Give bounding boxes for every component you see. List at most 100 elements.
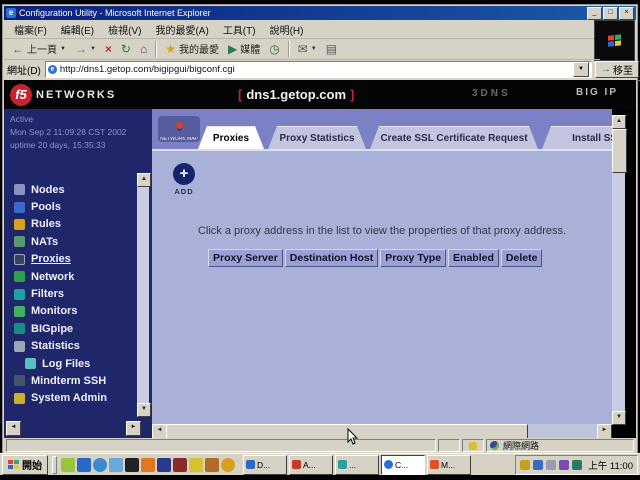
task-button-5[interactable]: M... xyxy=(427,455,471,475)
media-button[interactable]: ▶ 媒體 xyxy=(224,40,264,57)
address-input[interactable]: e http://dns1.getop.com/bigipgui/bigconf… xyxy=(45,61,592,78)
media-icon: ▶ xyxy=(228,43,237,55)
scroll-down-icon[interactable]: ▼ xyxy=(137,403,151,417)
hostname-wrap: [ dns1.getop.com ] xyxy=(234,80,358,109)
forward-button[interactable]: → ▼ xyxy=(71,42,100,56)
quicklaunch-icon-8[interactable] xyxy=(173,458,187,472)
tab-create-ssl-certificate-request[interactable]: Create SSL Certificate Request xyxy=(370,126,538,149)
quicklaunch-icon-3[interactable] xyxy=(93,458,107,472)
menu-help[interactable]: 說明(H) xyxy=(264,21,310,38)
add-button[interactable]: + ADD xyxy=(170,163,198,196)
start-button[interactable]: 開始 xyxy=(2,455,48,475)
tray-icon-4[interactable] xyxy=(559,460,569,470)
menu-edit[interactable]: 編輯(E) xyxy=(55,21,100,38)
quicklaunch-icon-6[interactable] xyxy=(141,458,155,472)
close-button[interactable]: × xyxy=(619,7,634,20)
sidebar-item-system-admin[interactable]: System Admin xyxy=(14,390,134,407)
col-destination-host[interactable]: Destination Host xyxy=(285,249,378,267)
sidebar-item-proxies[interactable]: Proxies xyxy=(14,251,134,268)
window-title: Configuration Utility - Microsoft Intern… xyxy=(19,8,586,18)
product-bigip[interactable]: BIG IP xyxy=(576,87,618,98)
tab-proxy-statistics[interactable]: Proxy Statistics xyxy=(268,126,366,149)
task-icon xyxy=(384,460,393,469)
task-button-4-active[interactable]: C... xyxy=(381,455,425,475)
horizontal-scrollbar[interactable]: ◄ ► xyxy=(152,424,612,438)
menu-file[interactable]: 檔案(F) xyxy=(8,21,53,38)
sidebar-item-pools[interactable]: Pools xyxy=(14,198,134,215)
taskbar-grip[interactable] xyxy=(52,456,57,474)
task-button-1[interactable]: D... xyxy=(243,455,287,475)
address-dropdown-icon[interactable]: ▼ xyxy=(573,62,589,77)
scroll-right-icon[interactable]: ► xyxy=(597,424,612,438)
col-proxy-type[interactable]: Proxy Type xyxy=(380,249,446,267)
address-url[interactable]: http://dns1.getop.com/bigipgui/bigconf.c… xyxy=(60,64,570,75)
forward-dropdown-icon[interactable]: ▼ xyxy=(90,46,96,52)
stop-button[interactable]: × xyxy=(101,42,116,56)
scroll-up-icon[interactable]: ▲ xyxy=(612,115,626,129)
sidebar-item-rules[interactable]: Rules xyxy=(14,216,134,233)
back-dropdown-icon[interactable]: ▼ xyxy=(60,46,66,52)
sidebar-item-monitors[interactable]: Monitors xyxy=(14,303,134,320)
tab-proxies[interactable]: Proxies xyxy=(198,126,264,149)
tray-icon-1[interactable] xyxy=(520,460,530,470)
history-button[interactable]: ◷ xyxy=(265,42,283,56)
refresh-button[interactable]: ↻ xyxy=(117,42,135,56)
mail-dropdown-icon[interactable]: ▼ xyxy=(311,46,317,52)
back-button[interactable]: ← 上一頁 ▼ xyxy=(8,40,70,57)
print-button[interactable]: ▤ xyxy=(322,42,341,56)
menu-view[interactable]: 檢視(V) xyxy=(102,21,147,38)
scroll-down-icon[interactable]: ▼ xyxy=(612,411,626,425)
quicklaunch-icon-9[interactable] xyxy=(189,458,203,472)
task-button-2[interactable]: A... xyxy=(289,455,333,475)
vertical-scrollbar[interactable]: ▲ ▼ xyxy=(612,115,625,425)
address-label: 網址(D) xyxy=(7,62,41,77)
sidebar-item-network[interactable]: Network xyxy=(14,268,134,285)
col-delete[interactable]: Delete xyxy=(501,249,543,267)
tray-icon-3[interactable] xyxy=(546,460,556,470)
scroll-left-icon[interactable]: ◄ xyxy=(6,421,21,436)
sidebar-item-filters[interactable]: Filters xyxy=(14,285,134,302)
sidebar-item-statistics[interactable]: Statistics xyxy=(14,338,134,355)
sidebar-item-mindterm-ssh[interactable]: Mindterm SSH xyxy=(14,372,134,389)
vertical-scroll-thumb[interactable] xyxy=(612,129,627,173)
quicklaunch-icon-10[interactable] xyxy=(205,458,219,472)
quicklaunch-icon-5[interactable] xyxy=(125,458,139,472)
quicklaunch-icon-4[interactable] xyxy=(109,458,123,472)
scroll-left-icon[interactable]: ◄ xyxy=(152,424,167,438)
quicklaunch-icon-7[interactable] xyxy=(157,458,171,472)
tab-install-ssl-certificate[interactable]: Install SSL Certif xyxy=(542,126,612,149)
mail-button[interactable]: ✉ ▼ xyxy=(294,42,321,56)
col-enabled[interactable]: Enabled xyxy=(448,249,499,267)
menu-favorites[interactable]: 我的最愛(A) xyxy=(149,21,214,38)
network-icon xyxy=(14,271,25,282)
go-button[interactable]: → 移至 xyxy=(595,61,639,78)
quicklaunch-icon-1[interactable] xyxy=(61,458,75,472)
mail-icon: ✉ xyxy=(298,43,308,55)
quicklaunch-icon-11[interactable] xyxy=(221,458,235,472)
history-icon: ◷ xyxy=(269,43,279,55)
minimize-button[interactable]: _ xyxy=(587,7,602,20)
add-plus-icon[interactable]: + xyxy=(173,163,195,185)
tray-icon-5[interactable] xyxy=(572,460,582,470)
sidebar-item-nats[interactable]: NATs xyxy=(14,233,134,250)
browser-toolbar: ← 上一頁 ▼ → ▼ × ↻ ⌂ ★ 我的最愛 ▶ xyxy=(4,38,600,60)
favorites-label: 我的最愛 xyxy=(179,41,219,56)
task-button-3[interactable]: ... xyxy=(335,455,379,475)
log-files-icon xyxy=(25,358,36,369)
maximize-button[interactable]: □ xyxy=(603,7,618,20)
quicklaunch-icon-2[interactable] xyxy=(77,458,91,472)
scroll-right-icon[interactable]: ► xyxy=(126,421,141,436)
back-label: 上一頁 xyxy=(27,41,57,56)
col-proxy-server[interactable]: Proxy Server xyxy=(208,249,283,267)
sidebar-item-bigpipe[interactable]: BIGpipe xyxy=(14,320,134,337)
network-map-button[interactable]: NETWORK MAP xyxy=(158,116,200,142)
sidebar-item-nodes[interactable]: Nodes xyxy=(14,181,134,198)
menu-tools[interactable]: 工具(T) xyxy=(217,21,262,38)
sidebar-scrollbar[interactable]: ▲ ▼ xyxy=(137,173,149,417)
home-button[interactable]: ⌂ xyxy=(136,42,151,56)
favorites-button[interactable]: ★ 我的最愛 xyxy=(161,40,223,57)
product-3dns[interactable]: 3DNS xyxy=(472,88,511,99)
sidebar-item-log-files[interactable]: Log Files xyxy=(14,355,134,372)
tray-icon-2[interactable] xyxy=(533,460,543,470)
scroll-up-icon[interactable]: ▲ xyxy=(137,173,151,187)
